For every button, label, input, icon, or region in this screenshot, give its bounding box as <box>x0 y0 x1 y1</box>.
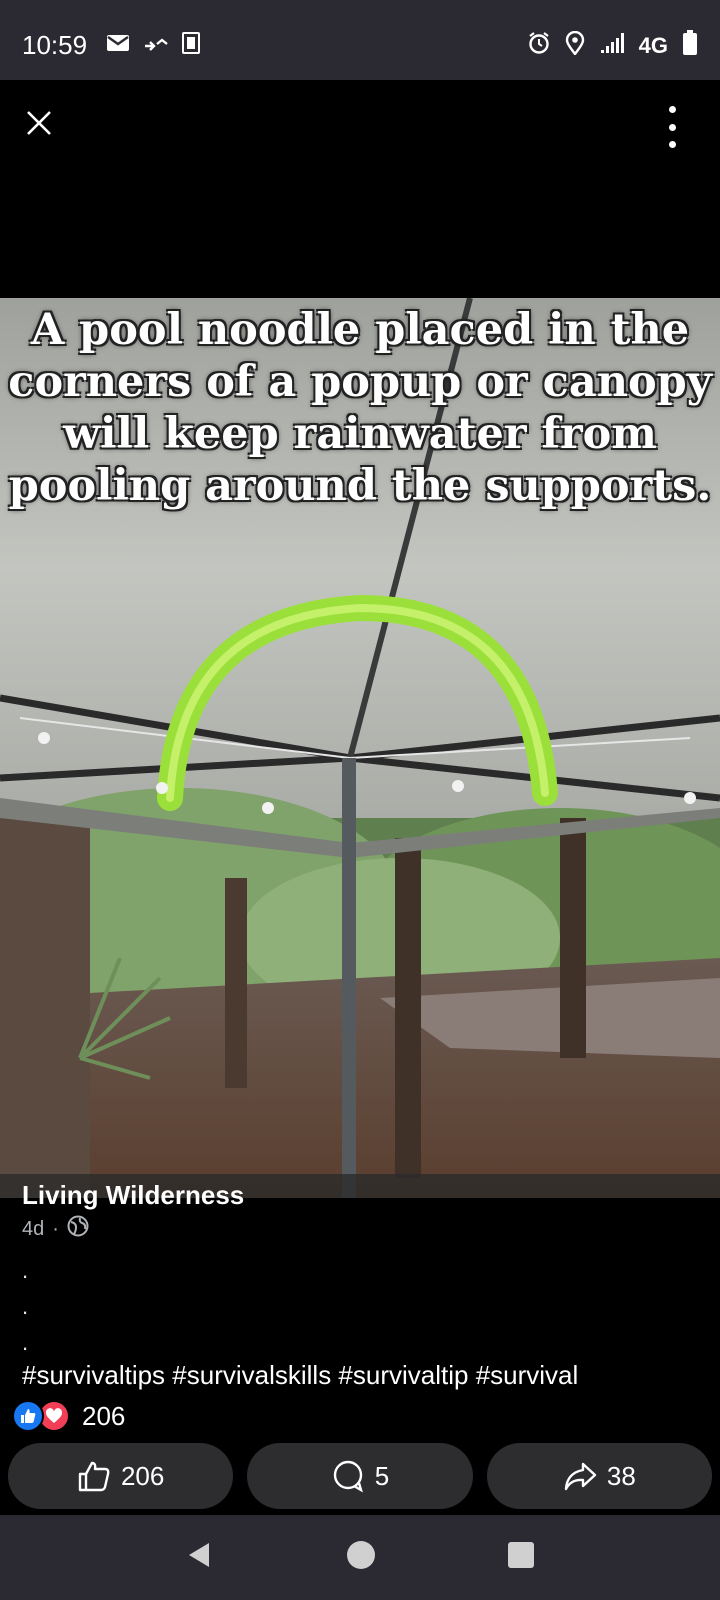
comment-count: 5 <box>374 1460 390 1491</box>
globe-icon <box>67 1215 89 1243</box>
network-type: 4G <box>638 32 668 58</box>
share-button[interactable]: 38 <box>486 1443 712 1509</box>
mail-icon <box>106 34 130 57</box>
photo-caption: A pool noodle placed in the corners of a… <box>8 305 712 511</box>
like-button[interactable]: 206 <box>8 1443 234 1509</box>
status-time: 10:59 <box>22 30 88 60</box>
back-icon <box>189 1543 210 1567</box>
alarm-icon <box>527 31 551 60</box>
notification-icons <box>106 32 200 59</box>
back-button[interactable] <box>185 1540 215 1575</box>
post-age: 4d <box>22 1217 45 1240</box>
comment-icon <box>333 1460 363 1493</box>
nfc-card-icon <box>182 32 200 59</box>
post-author[interactable]: Living Wilderness <box>22 1180 244 1211</box>
signal-icon <box>599 32 625 59</box>
thumbs-up-icon <box>78 1461 110 1492</box>
meta-separator: · <box>52 1217 59 1240</box>
more-icon <box>668 106 676 113</box>
more-options-button[interactable] <box>662 106 682 148</box>
system-icons: 4G <box>527 30 698 61</box>
battery-icon <box>682 30 698 61</box>
post-hashtags[interactable]: #survivaltips #survivalskills #survivalt… <box>22 1360 578 1391</box>
home-icon <box>346 1541 375 1569</box>
recents-icon <box>507 1542 534 1568</box>
location-icon <box>565 30 585 60</box>
home-button[interactable] <box>346 1540 376 1575</box>
recents-button[interactable] <box>507 1541 535 1574</box>
post-meta: 4d · <box>22 1215 89 1243</box>
post-body: . . . <box>22 1258 702 1366</box>
viewer-toolbar <box>0 80 720 170</box>
reaction-count: 206 <box>82 1400 126 1431</box>
status-bar: 10:59 4G <box>0 0 720 80</box>
reactions-summary[interactable]: 206 <box>12 1400 125 1432</box>
share-icon <box>564 1462 597 1491</box>
post-actions: 206 5 38 <box>8 1443 712 1509</box>
body-line: . <box>22 1258 29 1283</box>
close-button[interactable] <box>18 102 60 144</box>
like-count: 206 <box>120 1460 165 1491</box>
body-line: . <box>22 1294 29 1319</box>
system-nav-bar <box>0 1515 720 1600</box>
missed-call-icon <box>144 34 168 57</box>
close-icon <box>27 111 51 135</box>
comment-button[interactable]: 5 <box>247 1443 473 1509</box>
share-count: 38 <box>606 1460 636 1491</box>
post-photo[interactable]: A pool noodle placed in the corners of a… <box>0 298 720 1198</box>
like-reaction-icon <box>12 1400 44 1432</box>
